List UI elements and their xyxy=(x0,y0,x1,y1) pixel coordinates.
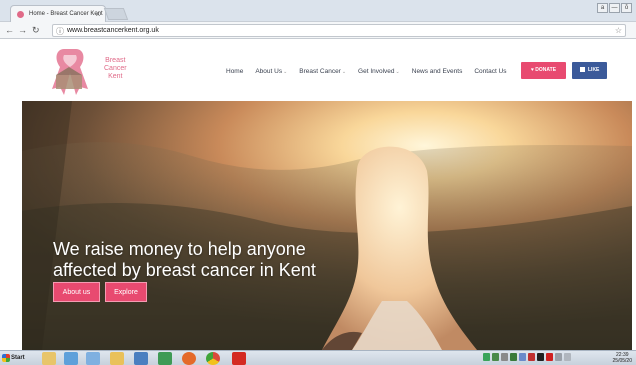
back-arrow-icon[interactable]: ← xyxy=(5,25,14,35)
menu-item-get-involved[interactable]: Get Involved⌄ xyxy=(358,68,400,75)
main-menu: Home About Us⌄ Breast Cancer⌄ Get Involv… xyxy=(226,68,507,75)
logo-line: Breast xyxy=(105,57,126,64)
windows-taskbar: Start 22:39 25/05/20 xyxy=(0,350,636,365)
reload-icon[interactable]: ↻ xyxy=(32,25,40,36)
internet-explorer-icon[interactable] xyxy=(64,352,78,365)
tray-icon[interactable] xyxy=(555,353,562,361)
media-player-icon[interactable] xyxy=(86,352,100,365)
windows-logo-icon xyxy=(2,354,10,362)
explorer-icon[interactable] xyxy=(110,352,124,365)
folder-icon[interactable] xyxy=(42,352,56,365)
start-button[interactable]: Start xyxy=(1,352,34,365)
browser-toolbar: ← → ↻ ⓘ www.breastcancerkent.org.uk ☆ xyxy=(0,22,636,39)
url-text: www.breastcancerkent.org.uk xyxy=(67,27,159,34)
logo-text: Breast Cancer Kent xyxy=(104,57,127,81)
tab-title: Home - Breast Cancer Kent xyxy=(29,11,103,17)
tray-icon[interactable] xyxy=(483,353,490,361)
menu-label: Home xyxy=(226,68,244,75)
tray-icon[interactable] xyxy=(546,353,553,361)
window-controls: a — ŏ xyxy=(597,3,632,13)
browser-tab[interactable]: Home - Breast Cancer Kent x xyxy=(10,5,106,22)
forward-arrow-icon[interactable]: → xyxy=(18,25,27,35)
facebook-icon xyxy=(579,67,585,73)
excel-icon[interactable] xyxy=(158,352,172,365)
address-bar[interactable]: ⓘ www.breastcancerkent.org.uk ☆ xyxy=(52,24,626,37)
acrobat-icon[interactable] xyxy=(232,352,246,365)
system-tray xyxy=(483,353,571,361)
donate-button[interactable]: ♥ DONATE xyxy=(521,62,566,79)
chrome-icon[interactable] xyxy=(206,352,220,365)
start-label: Start xyxy=(11,355,25,361)
site-logo[interactable]: Breast Cancer Kent xyxy=(46,45,127,97)
tab-close-icon[interactable]: x xyxy=(96,9,100,18)
donate-label: DONATE xyxy=(535,67,557,73)
menu-item-about-us[interactable]: About Us⌄ xyxy=(255,68,287,75)
tray-icon[interactable] xyxy=(501,353,508,361)
hero-banner: We raise money to help anyone affected b… xyxy=(22,101,632,350)
menu-label: Contact Us xyxy=(474,68,507,75)
firefox-icon[interactable] xyxy=(182,352,196,365)
info-icon[interactable]: ⓘ xyxy=(56,26,64,37)
like-label: LIKE xyxy=(588,67,600,73)
menu-label: Get Involved xyxy=(358,68,395,75)
browser-tab-strip: Home - Breast Cancer Kent x a — ŏ xyxy=(0,0,636,22)
explore-button[interactable]: Explore xyxy=(105,282,147,302)
menu-item-home[interactable]: Home xyxy=(226,68,243,75)
volume-icon[interactable] xyxy=(564,353,571,361)
tray-icon[interactable] xyxy=(510,353,517,361)
hero-headline-line: affected by breast cancer in Kent xyxy=(53,260,316,280)
logo-line: Kent xyxy=(108,73,123,80)
outlook-icon[interactable] xyxy=(134,352,148,365)
site-favicon-icon xyxy=(17,11,24,18)
user-button[interactable]: a xyxy=(597,3,608,13)
restore-button[interactable]: ŏ xyxy=(621,3,632,13)
menu-item-breast-cancer[interactable]: Breast Cancer⌄ xyxy=(299,68,346,75)
site-header: Breast Cancer Kent Home About Us⌄ Breast… xyxy=(22,39,632,101)
tray-icon[interactable] xyxy=(519,353,526,361)
clock-date: 25/05/20 xyxy=(612,358,632,364)
minimize-button[interactable]: — xyxy=(609,3,620,13)
about-us-button[interactable]: About us xyxy=(53,282,100,302)
taskbar-clock[interactable]: 22:39 25/05/20 xyxy=(613,352,632,364)
hero-headline: We raise money to help anyone affected b… xyxy=(53,239,316,281)
new-tab-button[interactable] xyxy=(103,8,129,20)
menu-label: News and Events xyxy=(411,68,463,75)
menu-label: About Us xyxy=(255,68,283,75)
web-page: Breast Cancer Kent Home About Us⌄ Breast… xyxy=(0,39,636,350)
tray-icon[interactable] xyxy=(492,353,499,361)
hero-photo xyxy=(22,101,632,350)
menu-item-contact-us[interactable]: Contact Us xyxy=(474,68,506,75)
menu-item-news-events[interactable]: News and Events xyxy=(412,68,463,75)
bookmark-star-icon[interactable]: ☆ xyxy=(615,26,622,35)
facebook-like-button[interactable]: LIKE xyxy=(572,62,607,79)
tray-icon[interactable] xyxy=(528,353,535,361)
hero-headline-line: We raise money to help anyone xyxy=(53,239,306,259)
tray-icon[interactable] xyxy=(537,353,544,361)
chevron-down-icon: ⌄ xyxy=(395,69,400,75)
chevron-down-icon: ⌄ xyxy=(283,69,288,75)
heart-icon: ♥ xyxy=(530,67,534,73)
menu-label: Breast Cancer xyxy=(299,68,341,75)
chevron-down-icon: ⌄ xyxy=(341,69,347,75)
logo-line: Cancer xyxy=(104,65,127,72)
